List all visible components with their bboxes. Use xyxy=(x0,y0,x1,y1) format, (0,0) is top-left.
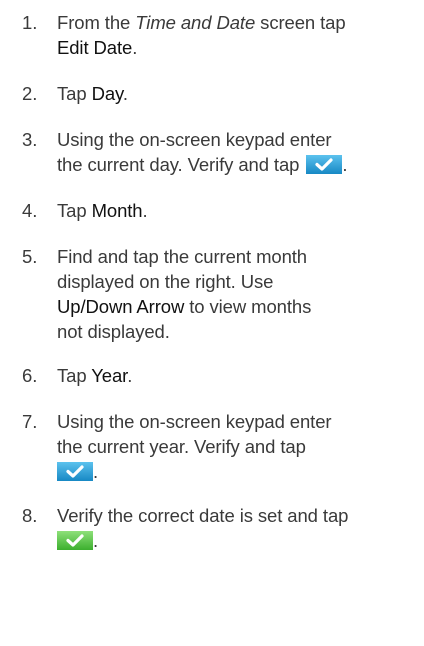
screen-name: Time and Date xyxy=(135,12,256,33)
step-text-part: the current day. Verify and tap xyxy=(57,154,305,175)
step-number: 5. xyxy=(22,246,38,267)
confirm-check-icon xyxy=(57,531,93,550)
step-text-part: Using the on-screen keypad enter xyxy=(57,411,332,432)
step-text: Tap Day. xyxy=(57,81,418,106)
step-number: 4. xyxy=(22,200,38,221)
step-text-part: not displayed. xyxy=(57,321,170,342)
step-text-part: Using the on-screen keypad enter xyxy=(57,129,332,150)
step-text-part: Tap xyxy=(57,365,92,386)
step-text: Using the on-screen keypad enter the curr… xyxy=(57,409,418,484)
step-text: From the Time and Date screen tap Edit Da… xyxy=(57,10,418,60)
ui-label-month: Month xyxy=(91,200,143,221)
step-text-part: Find and tap the current month xyxy=(57,246,307,267)
step-text-part: Tap xyxy=(57,200,92,221)
step-text-part: the current year. Verify and tap xyxy=(57,436,306,457)
step-1: 1. From the Time and Date screen tap Edit… xyxy=(22,10,418,60)
step-4: 4. Tap Month. xyxy=(22,198,418,223)
step-text-part: From the xyxy=(57,12,136,33)
step-text-part: . xyxy=(122,83,128,104)
step-text: Tap Year. xyxy=(57,363,418,388)
ui-label-edit-date: Edit Date xyxy=(57,37,133,58)
instruction-steps: 1. From the Time and Date screen tap Edit… xyxy=(0,0,424,646)
step-text-part: to view months xyxy=(184,296,312,317)
step-text: Using the on-screen keypad enter the curr… xyxy=(57,127,418,177)
step-text-part: . xyxy=(132,37,138,58)
step-text-part: . xyxy=(127,365,133,386)
step-number: 2. xyxy=(22,83,38,104)
step-6: 6. Tap Year. xyxy=(22,363,418,388)
step-text-part: . xyxy=(342,154,348,175)
step-3: 3. Using the on-screen keypad enter the c… xyxy=(22,127,418,177)
step-number: 3. xyxy=(22,129,38,150)
step-number: 7. xyxy=(22,411,38,432)
step-5: 5. Find and tap the current month display… xyxy=(22,244,418,344)
step-7: 7. Using the on-screen keypad enter the c… xyxy=(22,409,418,484)
step-text-part: . xyxy=(93,530,99,551)
step-text: Find and tap the current month displayed … xyxy=(57,244,418,344)
step-text: Verify the correct date is set and tap. xyxy=(57,503,418,553)
step-text-part: screen tap xyxy=(255,12,346,33)
ui-label-day: Day xyxy=(91,83,123,104)
step-text-part: . xyxy=(93,461,99,482)
confirm-check-icon xyxy=(57,462,93,481)
step-text-part: displayed on the right. Use xyxy=(57,271,274,292)
step-2: 2. Tap Day. xyxy=(22,81,418,106)
step-number: 1. xyxy=(22,12,38,33)
step-number: 8. xyxy=(22,505,38,526)
step-text-part: Tap xyxy=(57,83,92,104)
step-text: Tap Month. xyxy=(57,198,418,223)
confirm-check-icon xyxy=(306,155,343,174)
ui-label-year: Year xyxy=(91,365,128,386)
ui-label-up-down-arrow: Up/Down Arrow xyxy=(57,296,185,317)
step-number: 6. xyxy=(22,365,38,386)
step-text-part: Verify the correct date is set and tap xyxy=(57,505,349,526)
step-text-part: . xyxy=(142,200,148,221)
step-8: 8. Verify the correct date is set and ta… xyxy=(22,503,418,553)
